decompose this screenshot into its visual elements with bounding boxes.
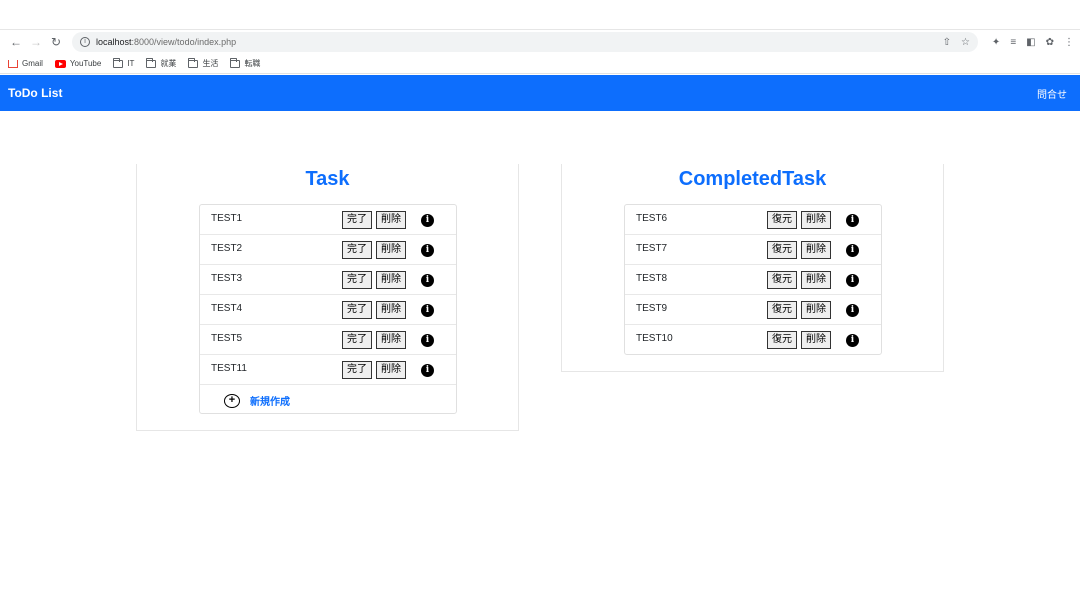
completed-name: TEST6 <box>636 213 668 224</box>
bookmark-folder-work[interactable]: 就業 <box>146 57 176 69</box>
contact-link[interactable]: 問合せ <box>1037 86 1067 101</box>
info-icon[interactable]: i <box>846 214 859 227</box>
info-icon[interactable]: i <box>421 304 434 317</box>
complete-button[interactable]: 完了 <box>342 271 372 289</box>
delete-button[interactable]: 削除 <box>376 211 406 229</box>
complete-button[interactable]: 完了 <box>342 301 372 319</box>
info-icon[interactable]: i <box>421 334 434 347</box>
task-name: TEST3 <box>211 273 243 284</box>
completed-row: TEST8 復元 削除 i <box>625 265 881 295</box>
task-name: TEST5 <box>211 333 243 344</box>
info-icon[interactable]: i <box>421 214 434 227</box>
bookmark-youtube[interactable]: YouTube <box>54 59 101 68</box>
info-icon[interactable]: i <box>421 274 434 287</box>
more-menu-icon[interactable]: ⋮ <box>1064 37 1074 48</box>
new-task-label[interactable]: 新規作成 <box>250 393 290 408</box>
task-name: TEST1 <box>211 213 243 224</box>
forward-arrow-icon[interactable]: → <box>26 32 46 52</box>
task-row: TEST1 完了 削除 i <box>200 205 456 235</box>
info-icon[interactable]: i <box>846 274 859 287</box>
bookmark-folder-job[interactable]: 転職 <box>230 57 260 69</box>
restore-button[interactable]: 復元 <box>767 331 797 349</box>
completed-row: TEST10 復元 削除 i <box>625 325 881 355</box>
info-icon[interactable]: i <box>421 244 434 257</box>
completed-row: TEST7 復元 削除 i <box>625 235 881 265</box>
completed-title: CompletedTask <box>678 168 827 190</box>
completed-panel: CompletedTask TEST6 復元 削除 i TEST7 復元 削除 … <box>561 164 944 372</box>
completed-name: TEST8 <box>636 273 668 284</box>
reload-icon[interactable]: ↻ <box>46 32 66 52</box>
side-panel-icon[interactable]: ◧ <box>1026 37 1035 48</box>
share-icon[interactable]: ⇧ <box>943 37 951 48</box>
restore-button[interactable]: 復元 <box>767 271 797 289</box>
delete-button[interactable]: 削除 <box>801 211 831 229</box>
delete-button[interactable]: 削除 <box>376 241 406 259</box>
task-name: TEST11 <box>211 363 247 374</box>
reading-list-icon[interactable]: ≡ <box>1010 37 1016 48</box>
restore-button[interactable]: 復元 <box>767 301 797 319</box>
completed-row: TEST6 復元 削除 i <box>625 205 881 235</box>
folder-icon <box>146 57 157 68</box>
complete-button[interactable]: 完了 <box>342 211 372 229</box>
delete-button[interactable]: 削除 <box>801 241 831 259</box>
delete-button[interactable]: 削除 <box>376 331 406 349</box>
task-row: TEST3 完了 削除 i <box>200 265 456 295</box>
completed-name: TEST7 <box>636 243 668 254</box>
bookmarks-bar: Gmail YouTube IT 就業 生活 転職 <box>0 54 1080 74</box>
info-icon[interactable]: i <box>846 304 859 317</box>
browser-tabstrip <box>0 0 1080 30</box>
info-icon[interactable]: i <box>846 244 859 257</box>
task-name: TEST2 <box>211 243 243 254</box>
youtube-icon <box>54 59 66 68</box>
profile-icon[interactable]: ✿ <box>1046 37 1054 48</box>
gmail-icon <box>8 59 18 68</box>
folder-icon <box>230 57 241 68</box>
info-icon[interactable]: i <box>846 334 859 347</box>
task-title: Task <box>305 168 350 190</box>
bookmark-gmail[interactable]: Gmail <box>8 59 43 68</box>
task-row: TEST11 完了 削除 i <box>200 355 456 385</box>
folder-icon <box>188 57 199 68</box>
site-info-icon[interactable]: i <box>80 37 90 47</box>
delete-button[interactable]: 削除 <box>801 301 831 319</box>
delete-button[interactable]: 削除 <box>376 271 406 289</box>
brand-link[interactable]: ToDo List <box>8 86 62 100</box>
app-navbar: ToDo List 問合せ <box>0 75 1080 111</box>
delete-button[interactable]: 削除 <box>376 301 406 319</box>
task-row: TEST4 完了 削除 i <box>200 295 456 325</box>
delete-button[interactable]: 削除 <box>801 331 831 349</box>
complete-button[interactable]: 完了 <box>342 241 372 259</box>
completed-name: TEST9 <box>636 303 668 314</box>
bookmark-folder-life[interactable]: 生活 <box>188 57 218 69</box>
completed-name: TEST10 <box>636 333 673 344</box>
task-row: TEST5 完了 削除 i <box>200 325 456 355</box>
task-row: TEST2 完了 削除 i <box>200 235 456 265</box>
new-task-link[interactable]: + 新規作成 <box>224 393 290 408</box>
extensions-puzzle-icon[interactable]: ✦ <box>992 37 1000 48</box>
delete-button[interactable]: 削除 <box>801 271 831 289</box>
complete-button[interactable]: 完了 <box>342 331 372 349</box>
restore-button[interactable]: 復元 <box>767 211 797 229</box>
bookmark-star-icon[interactable]: ☆ <box>961 37 970 48</box>
browser-toolbar: ← → ↻ i localhost:8000/view/todo/index.p… <box>0 30 1080 54</box>
bookmark-folder-it[interactable]: IT <box>113 57 134 68</box>
plus-circle-icon[interactable]: + <box>224 393 240 408</box>
completed-row: TEST9 復元 削除 i <box>625 295 881 325</box>
url-text: localhost:8000/view/todo/index.php <box>96 37 237 47</box>
completed-list: TEST6 復元 削除 i TEST7 復元 削除 i TEST8 復元 削除 … <box>624 204 882 355</box>
task-name: TEST4 <box>211 303 243 314</box>
back-arrow-icon[interactable]: ← <box>6 32 26 52</box>
info-icon[interactable]: i <box>421 364 434 377</box>
address-bar[interactable]: i localhost:8000/view/todo/index.php ⇧ ☆ <box>72 32 978 52</box>
folder-icon <box>113 57 124 68</box>
complete-button[interactable]: 完了 <box>342 361 372 379</box>
task-panel: Task TEST1 完了 削除 i TEST2 完了 削除 i TEST3 完… <box>136 164 519 431</box>
task-list: TEST1 完了 削除 i TEST2 完了 削除 i TEST3 完了 削除 … <box>199 204 457 414</box>
delete-button[interactable]: 削除 <box>376 361 406 379</box>
restore-button[interactable]: 復元 <box>767 241 797 259</box>
